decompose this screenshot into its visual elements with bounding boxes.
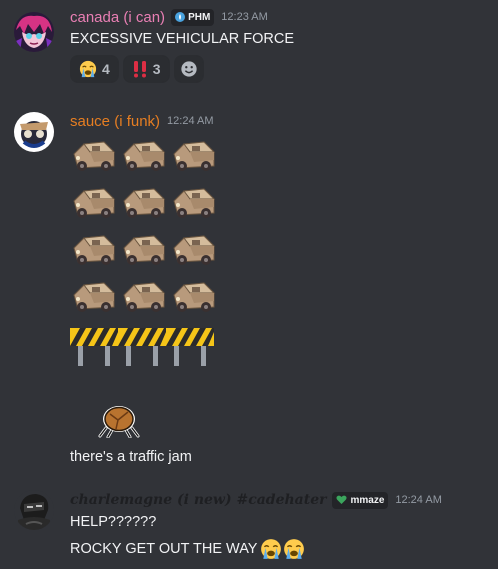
double-exclamation-icon (133, 61, 146, 78)
cardboard-car-emoji[interactable] (70, 136, 118, 176)
construction-barrier-emoji[interactable] (70, 326, 118, 368)
message-line: HELP?????? (70, 514, 157, 530)
cardboard-car-emoji[interactable] (120, 136, 168, 176)
construction-barrier-emoji[interactable] (166, 326, 214, 368)
reaction-double-exclamation[interactable]: 3 (122, 55, 170, 83)
message-header: canada (i can) PHM 12:23 AM (70, 6, 268, 28)
username[interactable]: canada (i can) (70, 9, 165, 26)
loudly-crying-face-icon[interactable] (260, 538, 282, 560)
message-text: there's a traffic jam (70, 449, 192, 465)
username[interactable]: sauce (i funk) (70, 113, 160, 130)
message-header: charlemagne (i new) #cadehater mmaze 12:… (70, 489, 442, 511)
guild-tag-label: PHM (188, 11, 211, 23)
avatar-charlemagne[interactable] (14, 490, 54, 530)
timestamp[interactable]: 12:23 AM (221, 11, 267, 23)
water-drop-icon (175, 12, 186, 22)
timestamp[interactable]: 12:24 AM (167, 115, 213, 127)
cardboard-car-emoji[interactable] (70, 230, 118, 270)
cardboard-car-emoji[interactable] (120, 230, 168, 270)
avatar-sauce[interactable] (14, 112, 54, 152)
guild-tag[interactable]: PHM (171, 8, 215, 26)
guild-tag-label: mmaze (350, 494, 385, 506)
reaction-count: 4 (102, 61, 110, 77)
reactions-bar: 4 3 (70, 55, 204, 83)
add-reaction-button[interactable] (173, 55, 204, 83)
add-reaction-icon (180, 61, 197, 77)
message-text: EXCESSIVE VEHICULAR FORCE (70, 31, 294, 47)
username[interactable]: charlemagne (i new) #cadehater (70, 492, 326, 508)
loudly-crying-face-icon (79, 60, 97, 78)
message-line: ROCKY GET OUT THE WAY (70, 541, 258, 557)
reaction-count: 3 (152, 61, 161, 77)
cardboard-car-emoji[interactable] (120, 183, 168, 223)
green-heart-icon (336, 495, 348, 504)
loudly-crying-face-icon[interactable] (283, 538, 305, 560)
message-line-with-emoji: ROCKY GET OUT THE WAY (70, 538, 305, 560)
construction-barrier-emoji[interactable] (118, 326, 166, 368)
cardboard-car-emoji[interactable] (70, 277, 118, 317)
cardboard-car-emoji[interactable] (170, 277, 218, 317)
cardboard-car-emoji[interactable] (170, 136, 218, 176)
cardboard-car-emoji[interactable] (70, 183, 118, 223)
guild-tag[interactable]: mmaze (332, 491, 389, 509)
timestamp[interactable]: 12:24 AM (395, 494, 441, 506)
avatar-canada[interactable] (14, 12, 54, 52)
cardboard-car-emoji[interactable] (170, 183, 218, 223)
rock-crab-emoji[interactable] (98, 402, 140, 439)
cardboard-car-emoji[interactable] (170, 230, 218, 270)
message-header: sauce (i funk) 12:24 AM (70, 110, 214, 132)
cardboard-car-emoji[interactable] (120, 277, 168, 317)
reaction-loudly-crying[interactable]: 4 (70, 55, 119, 83)
